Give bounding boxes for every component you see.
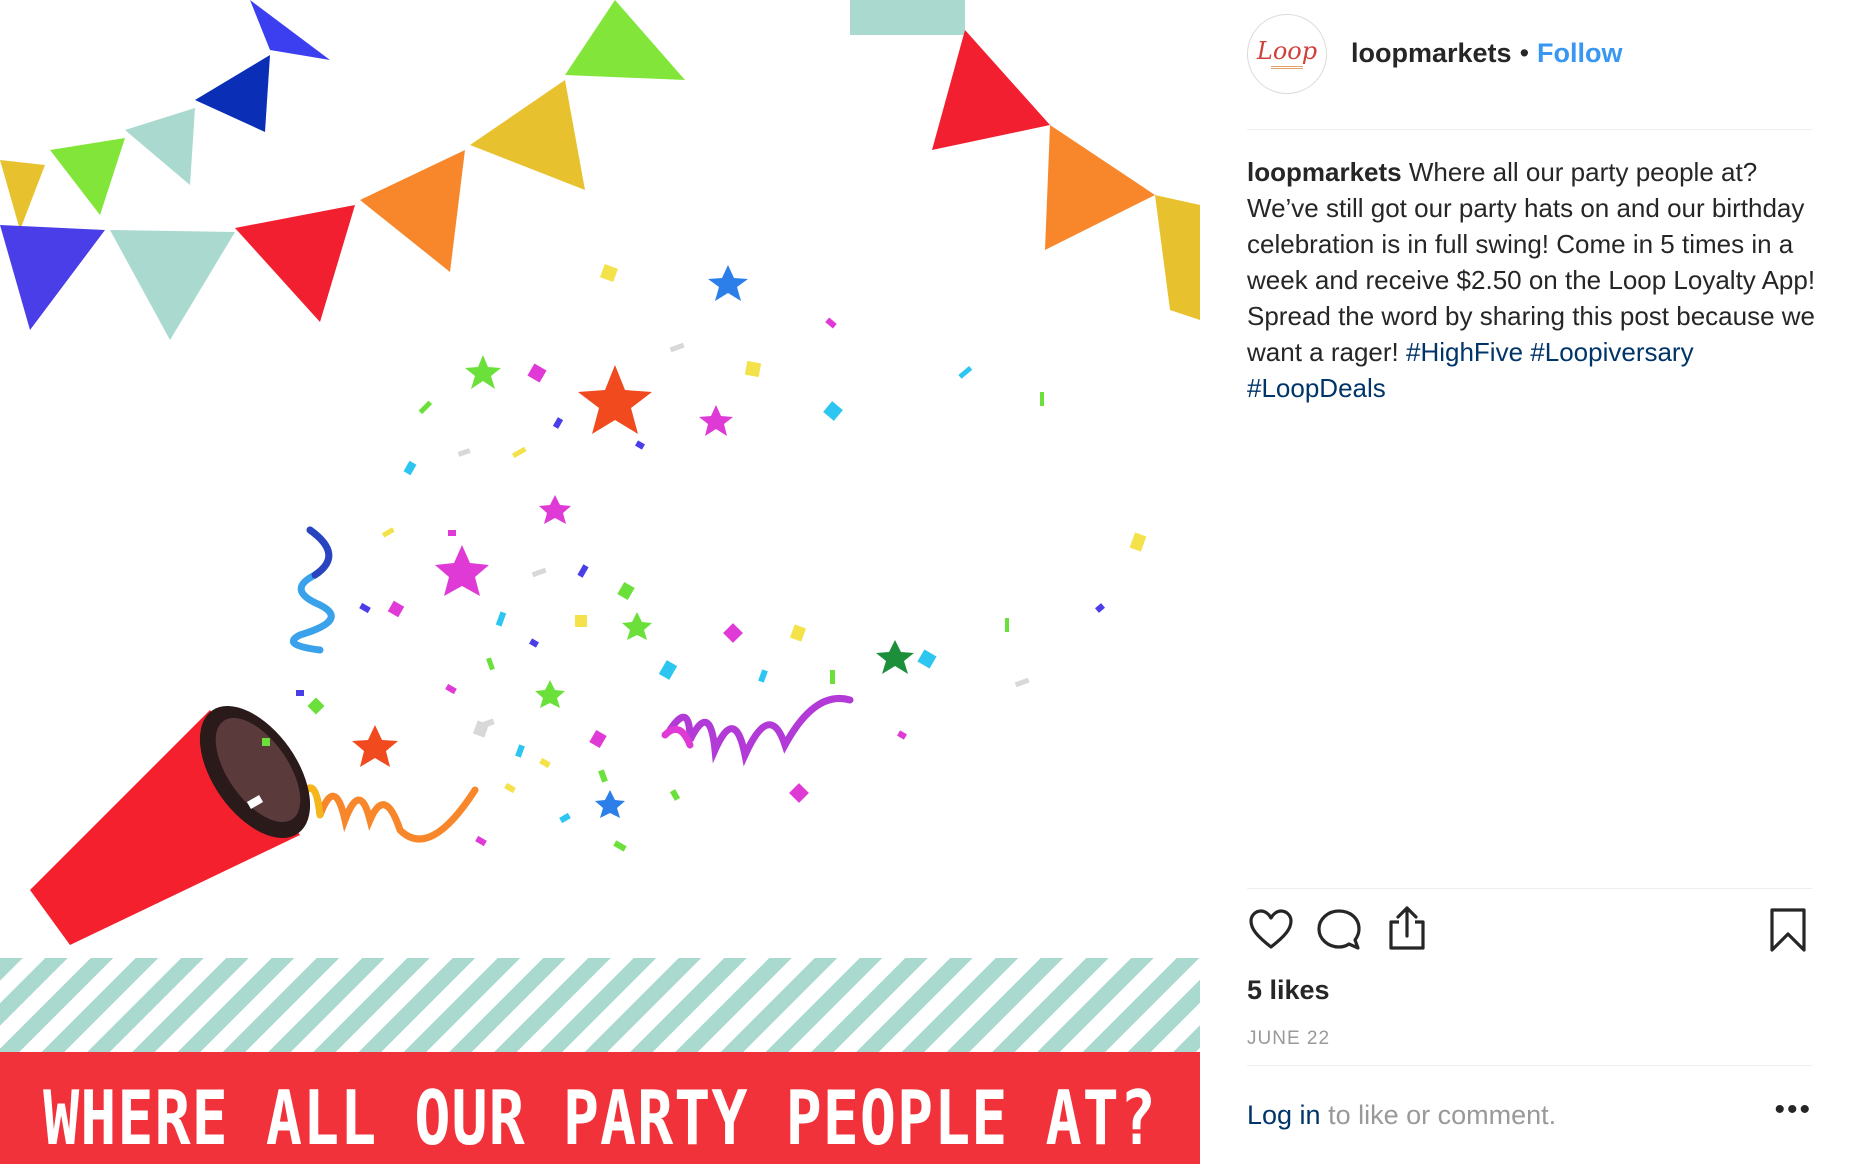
avatar-logo-underline bbox=[1271, 66, 1303, 69]
more-options-icon[interactable]: ••• bbox=[1774, 1095, 1812, 1125]
post-actions: 5 likes JUNE 22 bbox=[1247, 888, 1812, 1066]
follow-button[interactable]: Follow bbox=[1537, 38, 1622, 68]
bunting-right bbox=[850, 0, 1200, 320]
hashtag-link[interactable]: #HighFive bbox=[1406, 337, 1523, 367]
post-header: Loop loopmarkets • Follow bbox=[1247, 14, 1812, 130]
hashtag-link[interactable]: #Loopiversary bbox=[1530, 337, 1693, 367]
login-link[interactable]: Log in bbox=[1247, 1100, 1321, 1130]
heart-icon[interactable] bbox=[1247, 906, 1295, 954]
post-image[interactable]: WHERE ALL OUR PARTY PEOPLE AT? bbox=[0, 0, 1200, 1164]
comment-prompt-text: to like or comment. bbox=[1328, 1100, 1557, 1130]
striped-band bbox=[0, 958, 1200, 1052]
avatar-logo-text: Loop bbox=[1256, 37, 1318, 65]
banner-text: WHERE ALL OUR PARTY PEOPLE AT? bbox=[43, 1075, 1157, 1163]
comment-icon[interactable] bbox=[1315, 906, 1363, 954]
comment-prompt: Log in to like or comment. ••• bbox=[1247, 1095, 1812, 1131]
likes-count[interactable]: 5 likes bbox=[1247, 975, 1330, 1006]
confetti-bits bbox=[296, 317, 1105, 852]
post-caption: loopmarkets Where all our party people a… bbox=[1247, 154, 1817, 406]
caption-username[interactable]: loopmarkets bbox=[1247, 157, 1402, 187]
share-icon[interactable] bbox=[1383, 904, 1431, 952]
hashtag-link[interactable]: #LoopDeals bbox=[1247, 373, 1386, 403]
avatar[interactable]: Loop bbox=[1247, 14, 1327, 94]
post-sidebar: Loop loopmarkets • Follow loopmarkets Wher… bbox=[1200, 0, 1850, 1164]
header-username[interactable]: loopmarkets bbox=[1351, 38, 1512, 68]
header-line: loopmarkets • Follow bbox=[1351, 38, 1623, 69]
caption-text: Where all our party people at? We’ve sti… bbox=[1247, 157, 1816, 367]
confetti-squares bbox=[307, 264, 1147, 803]
post-date: JUNE 22 bbox=[1247, 1028, 1331, 1049]
header-separator: • bbox=[1519, 38, 1530, 68]
bunting-left-upper bbox=[0, 0, 330, 230]
confetti-stars bbox=[352, 265, 914, 818]
streamers bbox=[289, 526, 854, 843]
bookmark-icon[interactable] bbox=[1764, 906, 1812, 954]
